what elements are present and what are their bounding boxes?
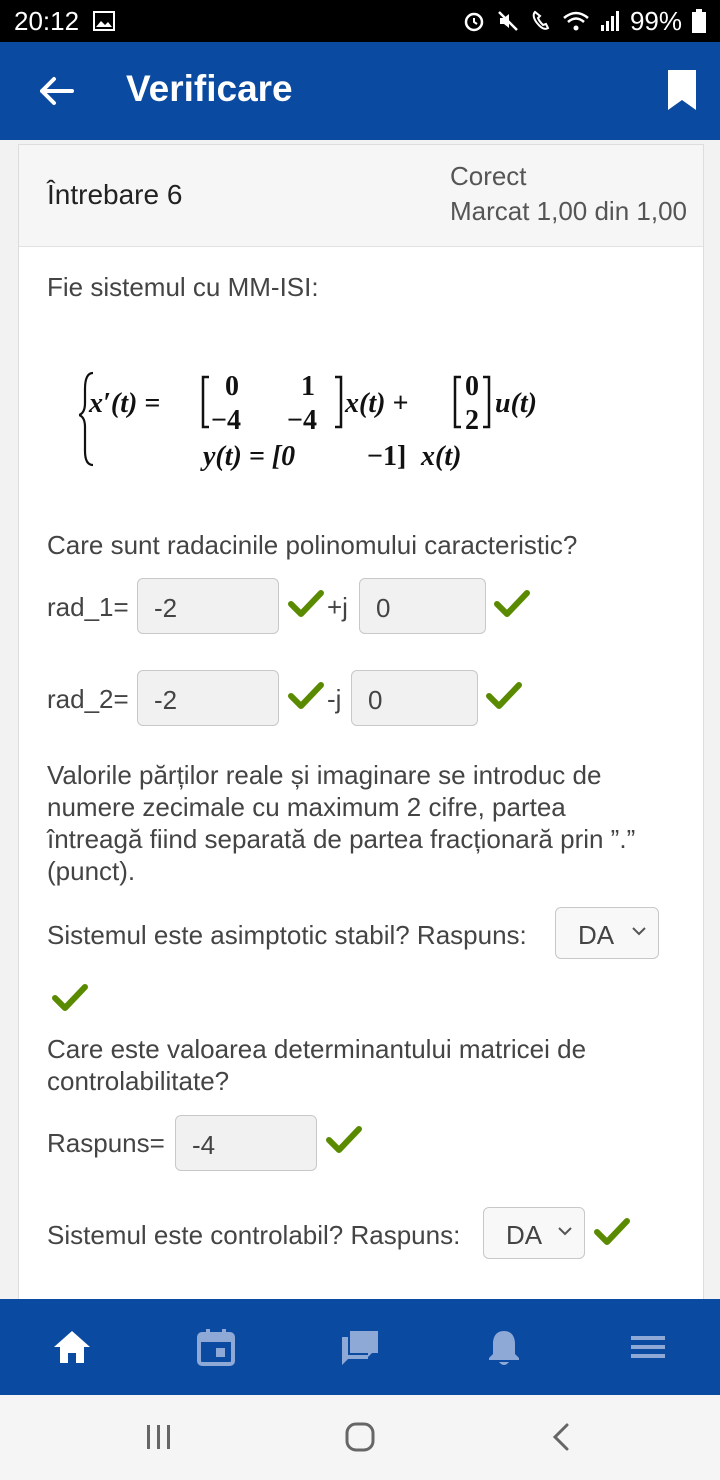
question-card: Întrebare 6 Corect Marcat 1,00 din 1,00 … bbox=[18, 144, 704, 1304]
rad2-label: rad_2= bbox=[47, 684, 129, 714]
menu-icon[interactable] bbox=[628, 1327, 668, 1367]
chevron-down-icon bbox=[632, 927, 646, 936]
correct-check-icon bbox=[494, 590, 530, 617]
stable-select[interactable]: DA bbox=[555, 907, 659, 959]
back-button-icon[interactable] bbox=[550, 1422, 572, 1452]
correct-check-icon bbox=[486, 682, 522, 709]
question-header: Întrebare 6 Corect Marcat 1,00 din 1,00 bbox=[19, 145, 703, 247]
rad2-sign: -j bbox=[327, 684, 342, 714]
det-prompt: Care este valoarea determinantului matri… bbox=[47, 1033, 586, 1097]
bookmark-icon[interactable] bbox=[668, 70, 696, 110]
back-arrow-icon[interactable] bbox=[38, 76, 74, 106]
note-line: numere zecimale cu maximum 2 cifre, part… bbox=[47, 792, 566, 822]
decimal-note: Valorile părților reale și imaginare se … bbox=[47, 759, 687, 887]
gallery-icon bbox=[93, 11, 116, 31]
page-title: Verificare bbox=[126, 68, 293, 109]
rad2-imag-input[interactable]: 0 bbox=[351, 670, 478, 726]
ctrl-prompt: Sistemul este controlabil? Raspuns: bbox=[47, 1220, 461, 1250]
formula-line2-c2: −1] bbox=[367, 441, 406, 472]
wifi-icon bbox=[563, 11, 589, 31]
formula-line1-lhs: x′(t) = bbox=[88, 388, 160, 419]
det-input[interactable]: -4 bbox=[175, 1115, 317, 1171]
rad1-label: rad_1= bbox=[47, 592, 129, 622]
bottom-nav bbox=[0, 1299, 720, 1395]
stable-select-value: DA bbox=[578, 920, 615, 950]
note-line: (punct). bbox=[47, 856, 136, 886]
formula-line1-end: u(t) bbox=[495, 388, 537, 419]
det-label: Raspuns= bbox=[47, 1128, 165, 1158]
question-state: Corect Marcat 1,00 din 1,00 bbox=[450, 159, 687, 229]
matrix-a-21: −4 bbox=[211, 405, 241, 436]
calendar-icon[interactable] bbox=[196, 1327, 236, 1367]
matrix-a-12: 1 bbox=[301, 371, 315, 402]
recent-apps-icon[interactable] bbox=[144, 1423, 174, 1451]
correct-check-icon bbox=[288, 590, 324, 617]
roots-prompt: Care sunt radacinile polinomului caracte… bbox=[47, 530, 578, 560]
home-button-icon[interactable] bbox=[344, 1422, 376, 1452]
status-time: 20:12 bbox=[14, 5, 80, 36]
battery-icon bbox=[692, 9, 706, 33]
call-icon bbox=[532, 10, 550, 30]
signal-icon bbox=[600, 11, 619, 31]
correct-check-icon bbox=[326, 1126, 362, 1153]
question-intro: Fie sistemul cu MM-ISI: bbox=[47, 272, 319, 302]
ctrl-select-value: DA bbox=[506, 1220, 543, 1250]
ctrl-select[interactable]: DA bbox=[483, 1207, 585, 1259]
question-status: Corect bbox=[449, 161, 527, 191]
correct-check-icon bbox=[52, 984, 88, 1011]
rad2-real-input[interactable]: -2 bbox=[137, 670, 279, 726]
question-grade: Marcat 1,00 din 1,00 bbox=[449, 196, 687, 226]
note-line: Valorile părților reale și imaginare se … bbox=[47, 760, 602, 790]
alarm-icon bbox=[464, 12, 484, 32]
formula-line2-lhs: y(t) = [0 bbox=[200, 441, 295, 472]
system-nav-bar bbox=[0, 1395, 720, 1480]
det-prompt-line: controlabilitate? bbox=[47, 1066, 230, 1096]
stable-prompt: Sistemul este asimptotic stabil? Raspuns… bbox=[47, 920, 527, 950]
mute-icon bbox=[498, 11, 518, 31]
chevron-down-icon bbox=[558, 1227, 572, 1236]
correct-check-icon bbox=[594, 1218, 630, 1245]
notifications-icon[interactable] bbox=[484, 1327, 524, 1367]
state-space-formula: x′(t) = 0 1 −4 −4 x(t) + 0 2 u(t) y(t) =… bbox=[79, 371, 537, 472]
app-bar: Verificare bbox=[0, 42, 720, 140]
home-icon[interactable] bbox=[52, 1327, 92, 1367]
status-bar: 20:12 99% bbox=[0, 0, 720, 42]
note-line: întreagă fiind separată de partea fracți… bbox=[47, 824, 636, 854]
matrix-a-11: 0 bbox=[225, 371, 239, 402]
formula-mid: x(t) + bbox=[344, 388, 408, 419]
matrix-b-2: 2 bbox=[465, 405, 479, 436]
rad1-real-input[interactable]: -2 bbox=[137, 578, 279, 634]
correct-check-icon bbox=[288, 682, 324, 709]
matrix-a-22: −4 bbox=[287, 405, 317, 436]
det-prompt-line: Care este valoarea determinantului matri… bbox=[47, 1034, 587, 1064]
question-number: Întrebare 6 bbox=[47, 179, 183, 210]
messages-icon[interactable] bbox=[340, 1327, 380, 1367]
formula-line2-end: x(t) bbox=[420, 441, 461, 472]
battery-percent: 99% bbox=[629, 5, 682, 36]
rad1-sign: +j bbox=[327, 592, 348, 622]
matrix-b-1: 0 bbox=[465, 371, 479, 402]
rad1-imag-input[interactable]: 0 bbox=[359, 578, 486, 634]
